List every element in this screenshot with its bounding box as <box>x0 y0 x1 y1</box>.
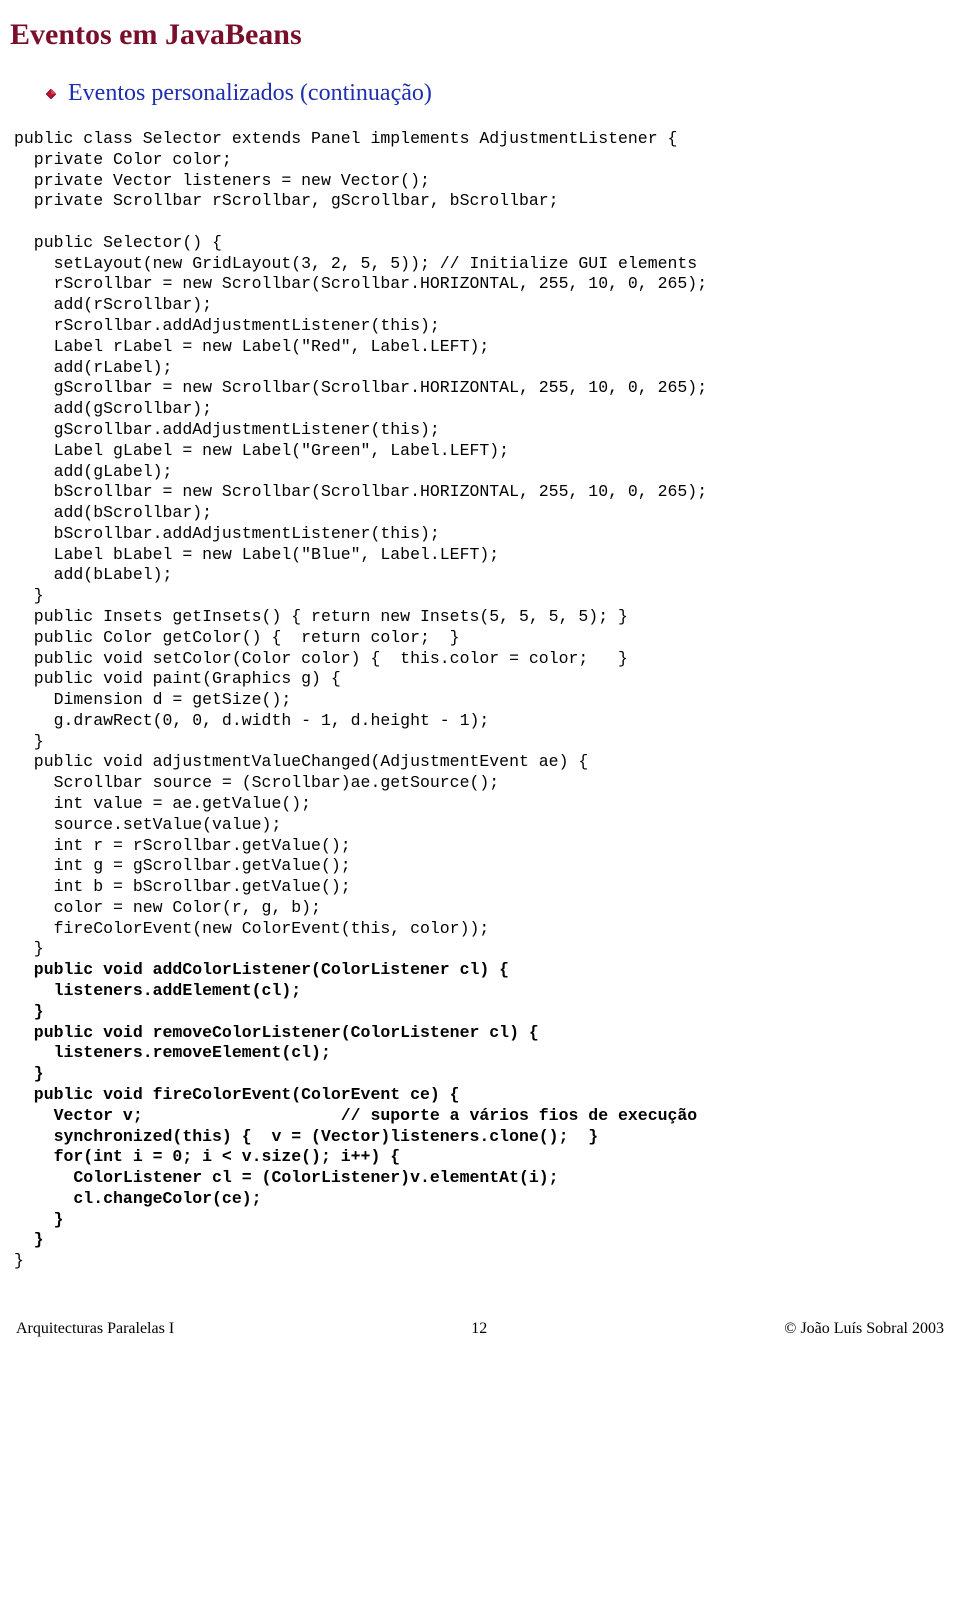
code-line <box>14 212 946 233</box>
code-line: g.drawRect(0, 0, d.width - 1, d.height -… <box>14 711 946 732</box>
code-line: public void addColorListener(ColorListen… <box>14 960 946 981</box>
code-line: public Selector() { <box>14 233 946 254</box>
code-line: gScrollbar.addAdjustmentListener(this); <box>14 420 946 441</box>
code-line: private Scrollbar rScrollbar, gScrollbar… <box>14 191 946 212</box>
code-line: public class Selector extends Panel impl… <box>14 129 946 150</box>
code-line: source.setValue(value); <box>14 815 946 836</box>
code-line: int r = rScrollbar.getValue(); <box>14 836 946 857</box>
code-line: setLayout(new GridLayout(3, 2, 5, 5)); /… <box>14 254 946 275</box>
code-line: private Vector listeners = new Vector(); <box>14 171 946 192</box>
code-line: ColorListener cl = (ColorListener)v.elem… <box>14 1168 946 1189</box>
code-line: add(rLabel); <box>14 358 946 379</box>
code-line: rScrollbar = new Scrollbar(Scrollbar.HOR… <box>14 274 946 295</box>
code-line: rScrollbar.addAdjustmentListener(this); <box>14 316 946 337</box>
code-block: public class Selector extends Panel impl… <box>14 129 946 1272</box>
code-line: for(int i = 0; i < v.size(); i++) { <box>14 1147 946 1168</box>
code-line: Label bLabel = new Label("Blue", Label.L… <box>14 545 946 566</box>
code-line: synchronized(this) { v = (Vector)listene… <box>14 1127 946 1148</box>
subtitle-row: Eventos personalizados (continuação) <box>46 80 946 107</box>
code-line: fireColorEvent(new ColorEvent(this, colo… <box>14 919 946 940</box>
code-line: listeners.removeElement(cl); <box>14 1043 946 1064</box>
code-line: Scrollbar source = (Scrollbar)ae.getSour… <box>14 773 946 794</box>
code-line: add(gScrollbar); <box>14 399 946 420</box>
diamond-bullet-icon <box>46 89 56 99</box>
code-line: int b = bScrollbar.getValue(); <box>14 877 946 898</box>
page-title: Eventos em JavaBeans <box>10 18 946 52</box>
code-line: listeners.addElement(cl); <box>14 981 946 1002</box>
code-line: public void fireColorEvent(ColorEvent ce… <box>14 1085 946 1106</box>
code-line: public void paint(Graphics g) { <box>14 669 946 690</box>
code-line: int g = gScrollbar.getValue(); <box>14 856 946 877</box>
code-line: public void setColor(Color color) { this… <box>14 649 946 670</box>
footer-left: Arquitecturas Paralelas I <box>16 1320 174 1338</box>
footer-right: © João Luís Sobral 2003 <box>784 1320 944 1338</box>
code-line: bScrollbar = new Scrollbar(Scrollbar.HOR… <box>14 482 946 503</box>
code-line: bScrollbar.addAdjustmentListener(this); <box>14 524 946 545</box>
code-line: } <box>14 586 946 607</box>
code-line: Vector v; // suporte a vários fios de ex… <box>14 1106 946 1127</box>
code-line: } <box>14 1064 946 1085</box>
code-line: add(bScrollbar); <box>14 503 946 524</box>
code-line: add(bLabel); <box>14 565 946 586</box>
code-line: color = new Color(r, g, b); <box>14 898 946 919</box>
code-line: public Insets getInsets() { return new I… <box>14 607 946 628</box>
code-line: add(rScrollbar); <box>14 295 946 316</box>
code-line: public Color getColor() { return color; … <box>14 628 946 649</box>
code-line: add(gLabel); <box>14 462 946 483</box>
code-line: Label gLabel = new Label("Green", Label.… <box>14 441 946 462</box>
code-line: } <box>14 1210 946 1231</box>
code-line: } <box>14 732 946 753</box>
page-footer: Arquitecturas Paralelas I 12 © João Luís… <box>14 1320 946 1338</box>
code-line: } <box>14 1230 946 1251</box>
code-line: cl.changeColor(ce); <box>14 1189 946 1210</box>
code-line: Label rLabel = new Label("Red", Label.LE… <box>14 337 946 358</box>
code-line: } <box>14 939 946 960</box>
code-line: public void adjustmentValueChanged(Adjus… <box>14 752 946 773</box>
code-line: public void removeColorListener(ColorLis… <box>14 1023 946 1044</box>
code-line: } <box>14 1251 946 1272</box>
code-line: gScrollbar = new Scrollbar(Scrollbar.HOR… <box>14 378 946 399</box>
code-line: private Color color; <box>14 150 946 171</box>
section-subtitle: Eventos personalizados (continuação) <box>68 80 432 107</box>
code-line: int value = ae.getValue(); <box>14 794 946 815</box>
footer-page-number: 12 <box>471 1320 487 1338</box>
code-line: } <box>14 1002 946 1023</box>
code-line: Dimension d = getSize(); <box>14 690 946 711</box>
